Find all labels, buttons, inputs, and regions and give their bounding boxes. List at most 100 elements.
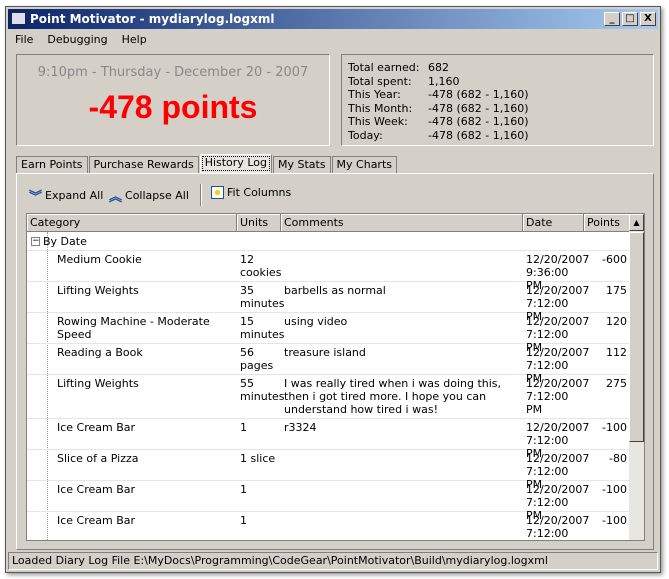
tab-history-log[interactable]: History Log (199, 154, 272, 173)
scroll-up-arrow-icon[interactable]: ▲ (629, 214, 644, 231)
stat-label: Total spent: (348, 74, 412, 88)
cell-category: Rowing Machine - Moderate Speed (57, 315, 210, 341)
table-row[interactable]: Ice Cream Bar 1 12/20/2007 7:12:00 PM -100 (27, 512, 630, 540)
stat-row: This Week: -478 (682 - 1,160) (348, 115, 529, 128)
collapse-box-icon[interactable]: − (31, 237, 40, 246)
cell-category: Ice Cream Bar (57, 421, 136, 434)
stat-value: -478 (682 - 1,160) (428, 128, 529, 142)
cell-units: 1 (240, 421, 247, 434)
cell-points: 175 (606, 284, 627, 297)
table-row[interactable]: Slice of a Pizza 1 slice 12/20/2007 7:12:0… (27, 450, 630, 491)
cell-comments: r3324 (284, 421, 317, 434)
stat-label: This Year: (348, 88, 401, 101)
cell-category: Lifting Weights (57, 377, 139, 390)
cell-comments: treasure island (284, 346, 366, 359)
cell-units: 15 minutes (240, 315, 285, 341)
tab-earn-points[interactable]: Earn Points (16, 156, 88, 173)
double-chevron-down-icon: ︾ (29, 190, 43, 205)
stat-value: -478 (682 - 1,160) (428, 115, 529, 128)
cell-date: 12/20/2007 7:12:00 PM (526, 452, 590, 491)
cell-date: 12/20/2007 7:12:00 PM (526, 421, 590, 460)
stat-label: This Week: (348, 115, 408, 128)
app-icon (11, 12, 26, 25)
cell-category: Medium Cookie (57, 253, 142, 266)
table-row[interactable]: Lifting Weights 35 minutes barbells as nor… (27, 282, 630, 323)
current-datetime: 9:10pm - Thursday - December 20 - 2007 (37, 65, 309, 80)
points-total: -478 points (88, 89, 258, 125)
menu-file[interactable]: File (8, 31, 40, 49)
minimize-button[interactable]: _ (604, 12, 620, 26)
toolbar-separator (200, 184, 202, 206)
cell-points: 275 (606, 377, 627, 390)
cell-units: 55 minutes (240, 377, 285, 403)
stat-value: -478 (682 - 1,160) (428, 101, 529, 115)
status-bar: Loaded Diary Log File E:\MyDocs\Programm… (8, 552, 658, 570)
cell-points: 112 (606, 346, 627, 359)
cell-points: -600 (602, 253, 627, 266)
tab-my-stats[interactable]: My Stats (272, 156, 331, 173)
cell-date: 12/20/2007 7:12:00 PM (526, 284, 590, 323)
cell-category: Reading a Book (57, 346, 143, 359)
cell-comments: using video (284, 315, 348, 328)
menu-help[interactable]: Help (115, 31, 154, 49)
double-chevron-up-icon: ︽ (109, 190, 123, 205)
table-row[interactable]: Ice Cream Bar 1 12/20/2007 7:12:00 PM -100 (27, 481, 630, 522)
column-header-date[interactable]: Date (523, 214, 584, 232)
group-row[interactable]: − By Date (27, 233, 630, 251)
tab-purchase-rewards[interactable]: Purchase Rewards (88, 156, 199, 173)
summary-panel: 9:10pm - Thursday - December 20 - 2007 -… (16, 54, 330, 146)
cell-points: 120 (606, 315, 627, 328)
history-log-panel: ︾ Expand All ︽ Collapse All Fit Columns … (16, 173, 654, 550)
cell-units: 1 (240, 514, 247, 527)
collapse-all-button[interactable]: ︽ Collapse All (109, 186, 189, 205)
stat-row: Total spent: 1,160 (348, 75, 460, 88)
column-header-points[interactable]: Points (584, 214, 630, 232)
stat-row: This Month: -478 (682 - 1,160) (348, 102, 529, 115)
cell-points: -80 (609, 452, 627, 465)
cell-comments (281, 481, 523, 511)
window-title: Point Motivator - mydiarylog.logxml (30, 12, 275, 26)
stat-value: 682 (428, 61, 449, 74)
table-row[interactable]: Lifting Weights 55 minutes I was really ti… (27, 375, 630, 419)
fit-columns-button[interactable]: Fit Columns (211, 186, 291, 199)
tab-my-charts[interactable]: My Charts (331, 156, 398, 173)
scrollbar-thumb[interactable] (629, 232, 644, 442)
cell-date: 12/20/2007 7:12:00 PM (526, 346, 590, 385)
cell-units: 12 cookies (240, 253, 282, 279)
cell-date: 12/20/2007 7:12:00 PM (526, 483, 590, 522)
column-header-units[interactable]: Units (237, 214, 281, 232)
menu-debugging[interactable]: Debugging (40, 31, 114, 49)
cell-date: 12/20/2007 7:12:00 PM (526, 377, 590, 416)
cell-units: 56 pages (240, 346, 274, 372)
main-window: Point Motivator - mydiarylog.logxml _ □ … (5, 6, 661, 573)
column-header-comments[interactable]: Comments (281, 214, 523, 232)
table-row[interactable]: Ice Cream Bar 1 r3324 12/20/2007 7:12:00 PM… (27, 419, 630, 460)
column-header-category[interactable]: Category (27, 214, 237, 232)
stat-row: This Year: -478 (682 - 1,160) (348, 88, 529, 101)
expand-all-label: Expand All (45, 189, 104, 202)
table-row[interactable]: Rowing Machine - Moderate Speed 15 minute… (27, 313, 630, 354)
fit-columns-icon (211, 186, 224, 199)
cell-points: -100 (602, 483, 627, 496)
table-row[interactable]: Medium Cookie 12 cookies 12/20/2007 9:36:0… (27, 251, 630, 292)
cell-comments (281, 512, 523, 540)
cell-comments (281, 251, 523, 281)
stat-label: This Month: (348, 101, 413, 115)
cell-points: -100 (602, 421, 627, 434)
cell-units: 1 (240, 483, 247, 496)
close-button[interactable]: X (640, 12, 656, 26)
tab-bar: Earn Points Purchase Rewards History Log… (16, 154, 398, 173)
stats-panel: Total earned: 682 Total spent: 1,160 This Ye… (341, 54, 654, 146)
vertical-scrollbar[interactable]: ▲ (629, 214, 644, 540)
stat-label: Today: (348, 128, 383, 142)
grid-header: Category Units Comments Date Points (27, 214, 630, 232)
fit-columns-label: Fit Columns (227, 186, 292, 199)
maximize-button[interactable]: □ (622, 12, 638, 26)
cell-comments: barbells as normal (284, 284, 386, 297)
stat-row: Total earned: 682 (348, 61, 449, 74)
expand-all-button[interactable]: ︾ Expand All (29, 186, 103, 205)
table-row[interactable]: Reading a Book 56 pages treasure island 12/… (27, 344, 630, 385)
cell-units: 1 slice (240, 452, 276, 465)
stat-row: Today: -478 (682 - 1,160) (348, 129, 529, 142)
cell-category: Lifting Weights (57, 284, 139, 297)
